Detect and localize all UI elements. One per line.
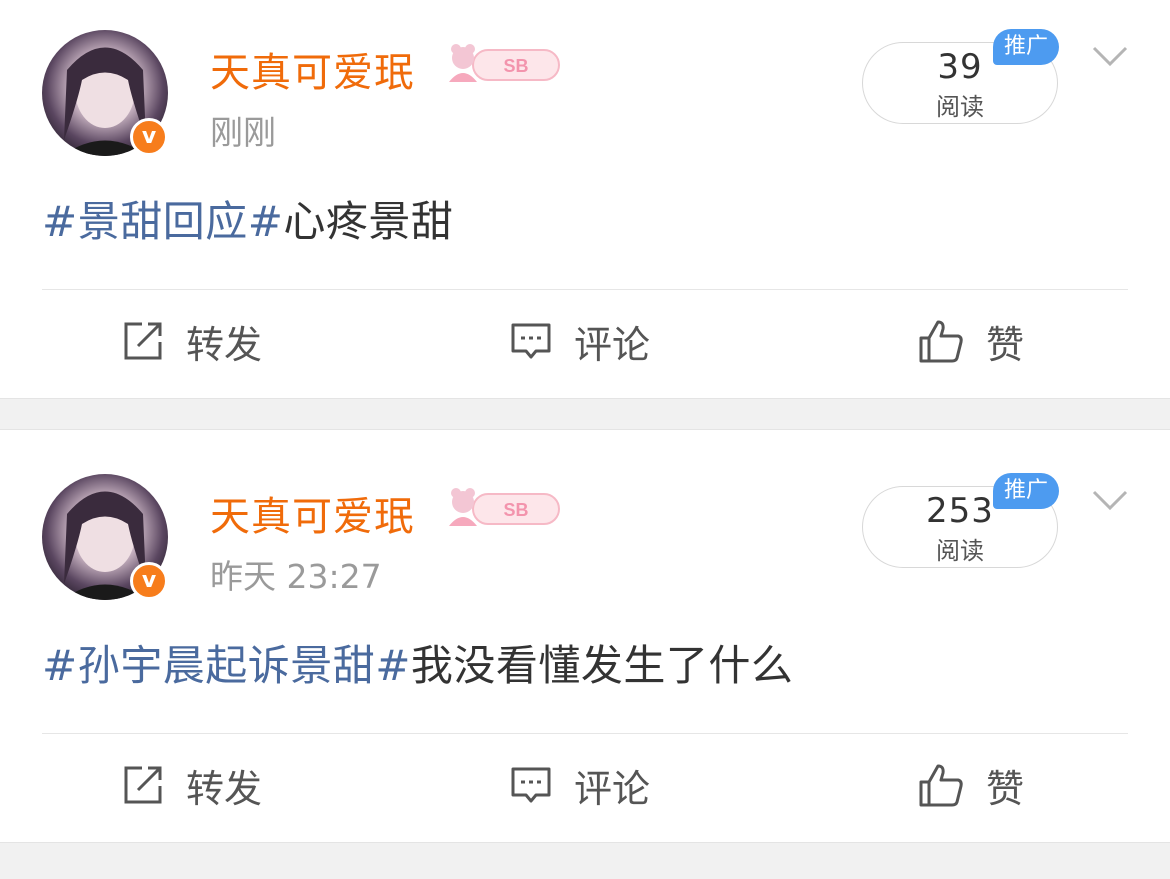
like-icon xyxy=(919,320,963,363)
feed-card[interactable]: v 天真可爱珉 SB 刚刚 39 阅读 推广 #景甜回应#心疼景甜 转发 评论 … xyxy=(0,0,1170,398)
repost-icon xyxy=(124,322,162,360)
post-content[interactable]: #孙宇晨起诉景甜#我没看懂发生了什么 xyxy=(42,632,793,693)
username[interactable]: 天真可爱珉 xyxy=(210,484,415,542)
post-text: 心疼景甜 xyxy=(283,197,454,246)
post-text: 我没看懂发生了什么 xyxy=(410,641,794,690)
comment-label: 评论 xyxy=(574,322,651,367)
like-button[interactable]: 赞 xyxy=(918,760,1025,811)
repost-icon xyxy=(124,766,162,804)
like-button[interactable]: 赞 xyxy=(918,316,1025,367)
comment-button[interactable]: 评论 xyxy=(510,316,651,367)
fan-medal: SB xyxy=(445,42,561,86)
post-time: 刚刚 xyxy=(210,113,276,152)
card-separator xyxy=(0,398,1170,430)
post-time: 昨天 23:27 xyxy=(210,557,382,596)
divider xyxy=(42,289,1128,290)
hashtag-link[interactable]: #孙宇晨起诉景甜# xyxy=(42,641,411,690)
repost-label: 转发 xyxy=(186,322,263,367)
comment-icon xyxy=(511,767,551,803)
card-separator xyxy=(0,842,1170,879)
comment-label: 评论 xyxy=(574,766,651,811)
comment-button[interactable]: 评论 xyxy=(510,760,651,811)
hashtag-link[interactable]: #景甜回应# xyxy=(42,197,283,246)
verified-badge-icon: v xyxy=(130,562,168,600)
promo-badge: 推广 xyxy=(993,29,1059,65)
verified-badge-icon: v xyxy=(130,118,168,156)
read-label: 阅读 xyxy=(936,93,984,121)
fan-medal: SB xyxy=(445,486,561,530)
repost-label: 转发 xyxy=(186,766,263,811)
comment-icon xyxy=(511,323,551,359)
feed-card[interactable]: v 天真可爱珉 SB 昨天 23:27 253 阅读 推广 #孙宇晨起诉景甜#我… xyxy=(0,430,1170,842)
like-icon xyxy=(919,764,963,807)
divider xyxy=(42,733,1128,734)
username[interactable]: 天真可爱珉 xyxy=(210,40,415,98)
post-content[interactable]: #景甜回应#心疼景甜 xyxy=(42,188,453,249)
repost-button[interactable]: 转发 xyxy=(122,316,263,367)
promo-badge: 推广 xyxy=(993,473,1059,509)
repost-button[interactable]: 转发 xyxy=(122,760,263,811)
like-label: 赞 xyxy=(986,322,1025,367)
medal-text: SB xyxy=(503,500,528,520)
medal-text: SB xyxy=(503,56,528,76)
chevron-down-icon[interactable] xyxy=(1090,486,1130,514)
chevron-down-icon[interactable] xyxy=(1090,42,1130,70)
read-label: 阅读 xyxy=(936,537,984,565)
like-label: 赞 xyxy=(986,766,1025,811)
